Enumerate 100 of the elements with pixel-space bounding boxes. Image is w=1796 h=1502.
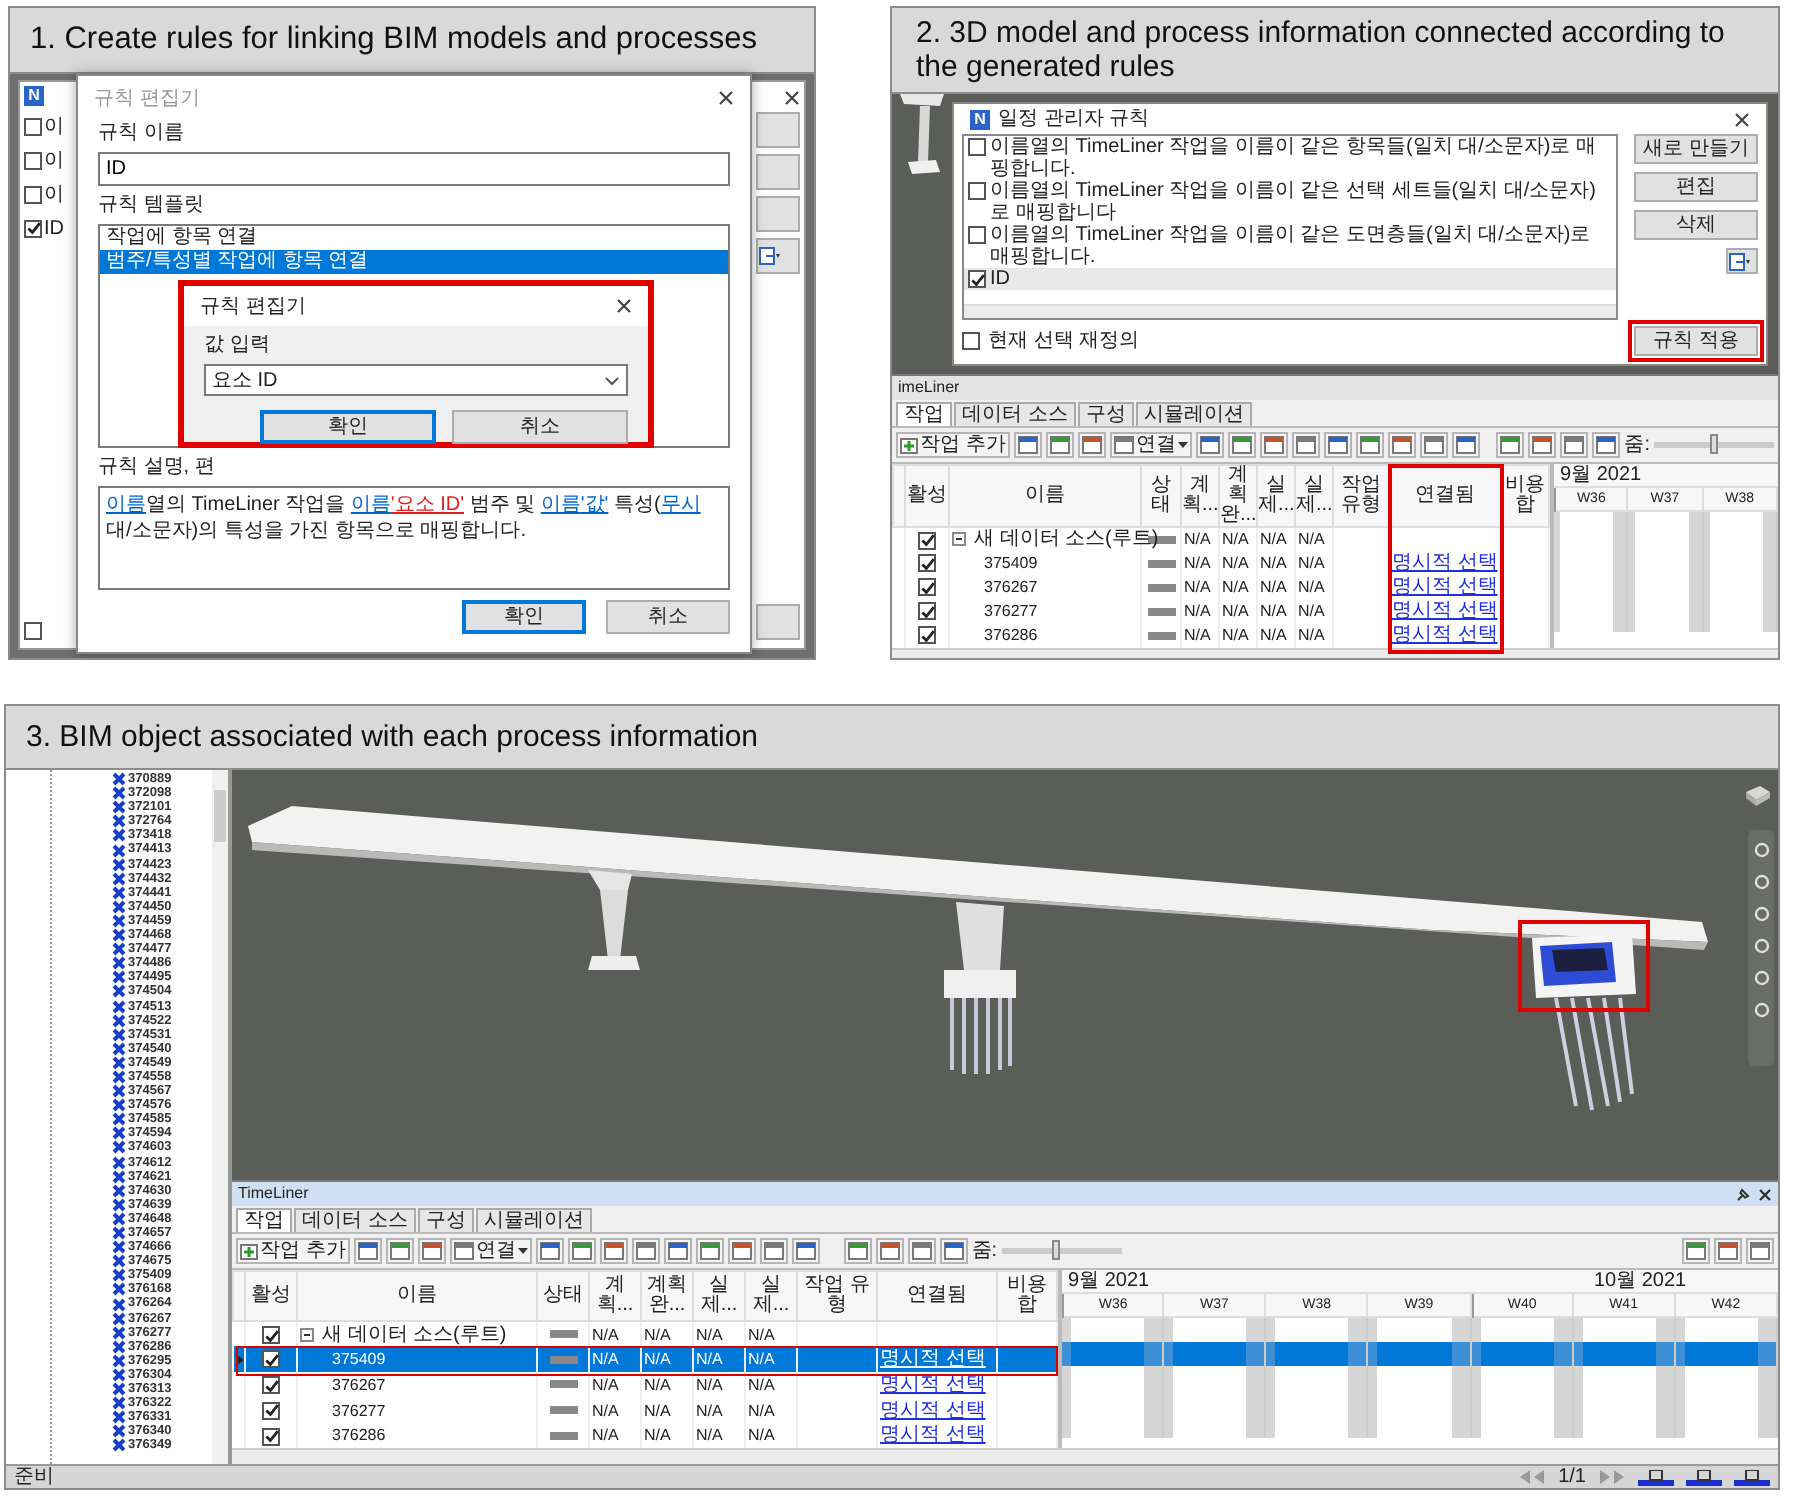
toolbar-button[interactable] (567, 1238, 596, 1264)
apply-button[interactable]: 규칙 적용 (1634, 326, 1758, 356)
dialog-button[interactable]: 취소 (606, 600, 730, 634)
toolbar-button[interactable] (1227, 432, 1256, 458)
toolbar-button[interactable] (1592, 432, 1621, 458)
checkbox[interactable] (918, 602, 936, 621)
table-row[interactable]: 376267 N/A N/A N/A N/A 명시적 선택 (893, 575, 1549, 599)
dialog-button[interactable]: 삭제 (1634, 210, 1758, 240)
list-item[interactable]: 이름열의 TimeLiner 작업을 이름이 같은 도면층들(일치 대/소문자)로 매핑합니다. (964, 224, 1616, 268)
rule-link[interactable]: 이름 (540, 494, 581, 516)
toolbar-button[interactable] (1496, 432, 1525, 458)
checkbox[interactable] (962, 332, 980, 350)
checkbox[interactable] (24, 151, 42, 169)
rule-link[interactable]: 이름 (350, 494, 391, 516)
tab[interactable]: 작업 (236, 1208, 292, 1232)
toolbar-button[interactable] (843, 1238, 872, 1264)
dialog-button[interactable]: 취소 (452, 410, 628, 444)
toolbar-button[interactable] (759, 1238, 788, 1264)
list-item[interactable]: 이름열의 TimeLiner 작업을 이름이 같은 선택 세트들(일치 대/소문자)로 매핑합니다 (964, 180, 1616, 224)
checkbox[interactable] (24, 219, 42, 237)
column-header[interactable]: 작업 유형 (797, 1271, 877, 1322)
circle-icon[interactable] (1753, 842, 1769, 858)
tab[interactable]: 시뮬레이션 (475, 1208, 592, 1232)
link-text[interactable]: 명시적 선택 (1392, 624, 1498, 646)
close-icon[interactable] (1758, 1187, 1772, 1201)
dropdown-button[interactable] (756, 238, 800, 274)
toolbar-button[interactable] (1451, 432, 1480, 458)
column-header[interactable]: 연결됨 (1389, 465, 1501, 527)
toolbar-button[interactable] (1355, 432, 1384, 458)
toolbar-button[interactable] (907, 1238, 936, 1264)
tab[interactable]: 구성 (1077, 402, 1134, 426)
column-header[interactable]: 연결됨 (877, 1271, 997, 1322)
slider-thumb[interactable] (1710, 434, 1718, 454)
cube-icon[interactable] (1744, 786, 1772, 806)
toolbar-button[interactable] (353, 1238, 382, 1264)
toolbar-button[interactable] (1045, 432, 1074, 458)
column-header[interactable]: 상태 (537, 1271, 589, 1322)
close-icon[interactable] (718, 90, 734, 106)
toolbar-button[interactable] (1560, 432, 1589, 458)
toolbar-button[interactable] (1387, 432, 1416, 458)
checkbox[interactable] (968, 270, 986, 288)
tab[interactable]: 데이터 소스 (294, 1208, 416, 1232)
column-header[interactable]: 실제... (745, 1271, 797, 1322)
table-row[interactable]: 새 데이터 소스(루트) N/A N/A N/A N/A (233, 1321, 1057, 1347)
list-item[interactable]: 작업에 항목 연결 (100, 226, 728, 250)
checkbox[interactable] (262, 1326, 280, 1345)
toolbar-button[interactable] (939, 1238, 968, 1264)
toolbar-button[interactable] (1714, 1238, 1742, 1264)
checkbox[interactable] (24, 621, 42, 639)
dialog-button[interactable]: 확인 (462, 600, 586, 634)
column-header[interactable]: 비용 합 (1501, 465, 1549, 527)
toolbar-button[interactable] (1013, 432, 1042, 458)
table-row[interactable]: 376267 N/A N/A N/A N/A 명시적 선택 (233, 1372, 1057, 1398)
collapse-icon[interactable] (952, 532, 966, 547)
toolbar-button[interactable] (1259, 432, 1288, 458)
circle-icon[interactable] (1753, 970, 1769, 986)
list-item[interactable]: 이름열의 TimeLiner 작업을 이름이 같은 항목들(일치 대/소문자)로 매핑합니다. (964, 136, 1616, 180)
checkbox[interactable] (24, 185, 42, 203)
tab[interactable]: 시뮬레이션 (1135, 402, 1252, 426)
pin-icon[interactable] (1736, 1187, 1750, 1201)
column-header[interactable]: 상태 (1141, 465, 1181, 527)
dialog-button[interactable]: 확인 (260, 410, 436, 444)
circle-icon[interactable] (1753, 874, 1769, 890)
checkbox[interactable] (262, 1427, 280, 1446)
add-task-button[interactable]: 작업 추가 (236, 1238, 350, 1264)
checkbox[interactable] (918, 531, 936, 550)
table-row[interactable]: 375409 N/A N/A N/A N/A 명시적 선택 (893, 551, 1549, 575)
column-header[interactable]: 실제... (693, 1271, 745, 1322)
table-row[interactable]: 376277 N/A N/A N/A N/A 명시적 선택 (233, 1397, 1057, 1423)
toolbar-button[interactable] (875, 1238, 904, 1264)
tab[interactable]: 작업 (896, 402, 952, 426)
toolbar-button[interactable] (1419, 432, 1448, 458)
dialog-button[interactable]: 새로 만들기 (1634, 134, 1758, 164)
link-text[interactable]: 명시적 선택 (880, 1399, 986, 1422)
dropdown-button[interactable] (1726, 248, 1758, 274)
checkbox[interactable] (262, 1376, 280, 1395)
toolbar-button[interactable] (1323, 432, 1352, 458)
toolbar-button[interactable] (385, 1238, 414, 1264)
toolbar-button[interactable] (791, 1238, 820, 1264)
checkbox[interactable] (968, 182, 986, 200)
list-item[interactable]: 범주/특성별 작업에 항목 연결 (100, 250, 728, 274)
toolbar-button[interactable] (1528, 432, 1557, 458)
table-row[interactable]: 375409 N/A N/A N/A N/A 명시적 선택 (233, 1346, 1057, 1373)
checkbox[interactable] (918, 578, 936, 597)
checkbox[interactable] (24, 117, 42, 135)
circle-icon[interactable] (1753, 1002, 1769, 1018)
checkbox[interactable] (262, 1350, 280, 1369)
slider-thumb[interactable] (1051, 1240, 1060, 1260)
checkbox[interactable] (262, 1401, 280, 1420)
list-item[interactable]: ID (964, 268, 1616, 290)
toolbar-button[interactable] (1195, 432, 1224, 458)
close-icon[interactable] (1734, 111, 1750, 127)
value-dropdown[interactable]: 요소 ID (204, 364, 628, 396)
collapse-icon[interactable] (300, 1327, 314, 1342)
rule-link[interactable]: '값' (580, 494, 609, 516)
column-header[interactable]: 계획 완... (641, 1271, 693, 1322)
column-header[interactable]: 활성 (245, 1271, 297, 1322)
rule-link[interactable]: 무시 (660, 494, 701, 516)
link-button[interactable]: 연결 (449, 1238, 532, 1264)
link-text[interactable]: 명시적 선택 (1392, 576, 1498, 598)
